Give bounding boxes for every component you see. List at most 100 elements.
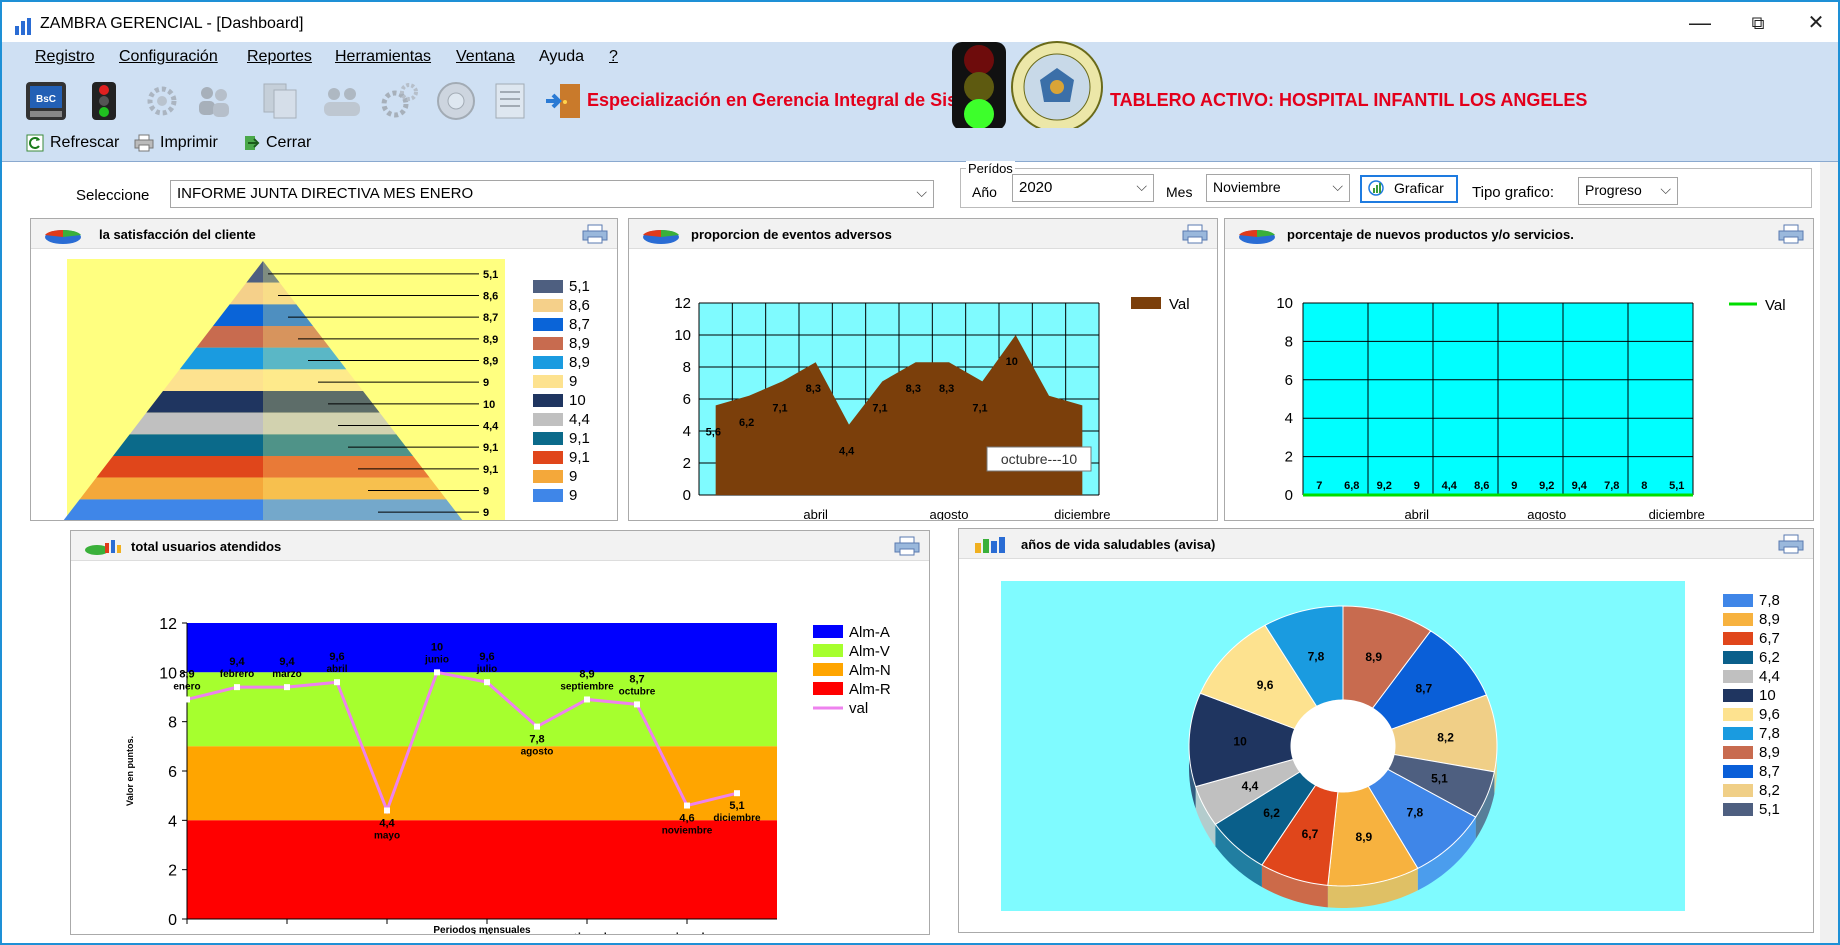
- legend-item: 7,8: [1723, 724, 1780, 743]
- x-tick-label: diciembre: [1054, 507, 1110, 521]
- data-label-month: marzo: [272, 669, 301, 680]
- menu-ayuda[interactable]: Ayuda: [539, 48, 584, 66]
- y-tick-label: 6: [1285, 372, 1293, 389]
- close-button[interactable]: ✕: [1802, 10, 1830, 38]
- exit-door-icon[interactable]: [542, 80, 586, 122]
- month-label: Mes: [1166, 184, 1193, 200]
- year-select[interactable]: 2020 ⌵: [1012, 174, 1154, 202]
- report-select-value: INFORME JUNTA DIRECTIVA MES ENERO: [177, 185, 474, 202]
- panel-title: años de vida saludables (avisa): [1021, 537, 1216, 552]
- users-icon[interactable]: [192, 80, 236, 122]
- band-alm-v: [187, 672, 777, 747]
- menu-configuracion[interactable]: Configuración: [119, 48, 218, 66]
- refresh-button[interactable]: Refrescar: [26, 134, 119, 152]
- graph-button-label: Graficar: [1394, 180, 1444, 196]
- report-select[interactable]: INFORME JUNTA DIRECTIVA MES ENERO ⌵: [170, 180, 934, 208]
- month-select[interactable]: Noviembre ⌵: [1206, 174, 1350, 202]
- line-chart-productos: 0 2 4 6 8 10 7 6,8 9,2 9 4,4 8,6 9 9,2 9,4 7,8 8 5,1 abril…: [1276, 295, 1785, 521]
- restore-button[interactable]: ⧉: [1744, 10, 1772, 38]
- legend-item: 8,7: [533, 315, 590, 334]
- chart-type-select[interactable]: Progreso ⌵: [1578, 177, 1678, 205]
- legend-item: 9,6: [1723, 705, 1780, 724]
- legend-swatch: [1723, 670, 1753, 683]
- y-tick-label: 10: [159, 665, 177, 682]
- legend-text: 8,7: [1759, 763, 1780, 780]
- legend-swatch: [813, 682, 843, 695]
- x-tick-label: septiembre: [547, 931, 626, 935]
- legend-item: 8,9: [533, 353, 590, 372]
- group-icon[interactable]: [320, 80, 364, 122]
- traffic-light-icon[interactable]: [82, 80, 126, 122]
- legend-text: Alm-V: [849, 643, 890, 660]
- y-tick-label: 10: [674, 327, 691, 344]
- vertical-scrollbar[interactable]: [1820, 162, 1838, 943]
- legend-text: 6,7: [1759, 630, 1780, 647]
- pyramid-value-label: 8,6: [483, 291, 498, 303]
- printer-icon[interactable]: [893, 535, 921, 557]
- legend-text: 4,4: [569, 411, 590, 428]
- pyramid-value-label: 10: [483, 399, 495, 411]
- minimize-button[interactable]: —: [1686, 10, 1714, 38]
- data-label: 8,9: [179, 668, 194, 680]
- disc-icon[interactable]: [434, 80, 478, 122]
- printer-icon[interactable]: [581, 223, 609, 245]
- data-label-month: octubre: [619, 686, 656, 697]
- data-label: 9,6: [329, 651, 344, 663]
- slice-label: 8,9: [1356, 830, 1373, 844]
- x-tick-label: abril: [803, 507, 828, 521]
- menu-ventana[interactable]: Ventana: [456, 48, 515, 66]
- legend-text: 8,2: [1759, 782, 1780, 799]
- pyramid-value-label: 8,9: [483, 334, 498, 346]
- close-form-button[interactable]: Cerrar: [242, 134, 311, 152]
- x-tick-label: diciembre: [1649, 507, 1705, 521]
- legend-swatch: [1723, 746, 1753, 759]
- menu-registro[interactable]: Registro: [35, 48, 95, 66]
- legend-item: 8,9: [1723, 610, 1780, 629]
- menu-bar: Registro Configuración Reportes Herramie…: [2, 42, 1838, 72]
- printer-icon[interactable]: [1777, 533, 1805, 555]
- pyramid-value-label: 8,9: [483, 356, 498, 368]
- y-tick-label: 12: [159, 616, 177, 633]
- y-tick-label: 4: [168, 813, 177, 830]
- data-label: 4,4: [839, 446, 855, 458]
- printer-icon[interactable]: [1181, 223, 1209, 245]
- y-tick-label: 6: [168, 764, 177, 781]
- legend-item: 9: [533, 372, 590, 391]
- legend-swatch: [813, 625, 843, 638]
- printer-icon[interactable]: [1777, 223, 1805, 245]
- legend-text: 8,7: [569, 316, 590, 333]
- legend-text: 10: [1759, 687, 1776, 704]
- panel-title: total usuarios atendidos: [131, 539, 282, 554]
- print-button[interactable]: Imprimir: [134, 134, 218, 152]
- data-label: 9: [1414, 480, 1420, 492]
- legend-text: 7,8: [1759, 592, 1780, 609]
- legend-swatch: [533, 318, 563, 331]
- chevron-down-icon: ⌵: [1136, 178, 1147, 194]
- window-title: ZAMBRA GERENCIAL - [Dashboard]: [40, 15, 304, 32]
- data-label: 9: [1511, 480, 1517, 492]
- select-label: Seleccione: [76, 187, 150, 204]
- menu-herramientas[interactable]: Herramientas: [335, 48, 431, 66]
- data-point: [284, 684, 290, 691]
- gear-icon[interactable]: [140, 80, 184, 122]
- bsc-icon[interactable]: BsC: [24, 80, 68, 122]
- pyramid-slice-shade: [263, 499, 463, 520]
- menu-reportes[interactable]: Reportes: [247, 48, 312, 66]
- panel-title: proporcion de eventos adversos: [691, 227, 892, 242]
- legend-swatch: [1723, 594, 1753, 607]
- pyramid-slice-shade: [263, 369, 363, 391]
- menu-help[interactable]: ?: [609, 48, 618, 66]
- report-icon[interactable]: [490, 80, 534, 122]
- settings-icon[interactable]: [377, 80, 421, 122]
- data-label: 9,4: [1572, 480, 1588, 492]
- data-label: 7,1: [772, 402, 787, 414]
- action-toolbar: Refrescar Imprimir Cerrar: [2, 128, 1838, 162]
- y-tick-label: 4: [683, 423, 691, 440]
- graph-button[interactable]: Graficar: [1360, 175, 1458, 203]
- documents-icon[interactable]: [258, 80, 302, 122]
- data-label: 8,3: [906, 383, 921, 395]
- data-label: 9,6: [479, 651, 494, 663]
- legend-text: 4,4: [1759, 668, 1780, 685]
- legend-item: 4,4: [1723, 667, 1780, 686]
- legend-text: 8,9: [569, 354, 590, 371]
